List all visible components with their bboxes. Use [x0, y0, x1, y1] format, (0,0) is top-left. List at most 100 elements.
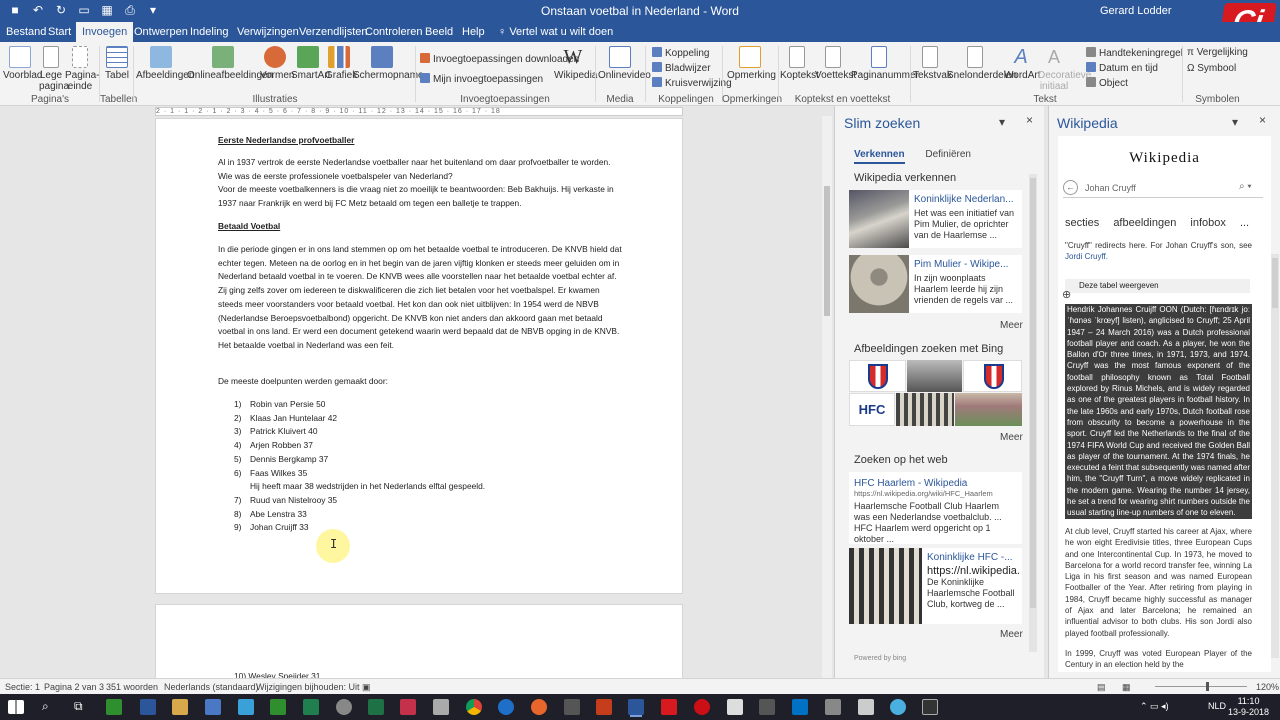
tab-bestand[interactable]: Bestand — [6, 26, 46, 38]
page[interactable]: Eerste Nederlandse profvoetballer Al in … — [155, 118, 683, 594]
image-results[interactable]: HFC — [849, 360, 1022, 426]
back-icon[interactable]: ← — [1063, 180, 1078, 195]
app-icon[interactable] — [564, 699, 580, 715]
read-mode-icon[interactable]: ▤ — [1097, 682, 1106, 693]
voettekst-button[interactable]: Voettekst — [815, 46, 856, 81]
jordi-cruyff-link[interactable]: Jordi Cruyff. — [1065, 252, 1108, 261]
zoom-slider[interactable] — [1155, 686, 1247, 687]
vormen-button[interactable]: Vormen — [260, 46, 294, 81]
pane-scrollbar[interactable] — [1029, 174, 1037, 652]
windows-start-icon[interactable] — [8, 700, 24, 714]
firefox-icon[interactable] — [531, 699, 547, 715]
wordart-button[interactable]: A WordArt — [1004, 46, 1041, 81]
handtekeningregel-button[interactable]: Handtekeningregel — [1086, 47, 1183, 59]
tab-help[interactable]: Help — [462, 26, 485, 38]
app-icon[interactable] — [890, 699, 906, 715]
status-track-changes[interactable]: Wijzigingen bijhouden: Uit — [256, 682, 360, 692]
lege-pagina-button[interactable]: Lege pagina — [39, 46, 69, 92]
tekstvak-button[interactable]: Tekstvak — [913, 46, 952, 81]
zoom-slider-knob[interactable] — [1206, 682, 1209, 691]
macro-icon[interactable]: ▣ — [362, 682, 371, 693]
afbeeldingen-button[interactable]: Afbeeldingen — [136, 46, 194, 81]
input-language[interactable]: NLD — [1208, 701, 1226, 711]
tab-secties[interactable]: secties — [1065, 217, 1099, 229]
outlook-icon[interactable] — [792, 699, 808, 715]
mijn-invoegtoep-button[interactable]: Mijn invoegtoepassingen — [420, 73, 543, 85]
tab-definieren[interactable]: Definiëren — [925, 149, 971, 160]
tab-start[interactable]: Start — [48, 26, 71, 38]
onlinevideo-button[interactable]: Onlinevideo — [598, 46, 651, 81]
result-title[interactable]: Koninklijke Nederlan... — [914, 194, 1019, 205]
tabel-button[interactable]: Tabel — [104, 46, 130, 81]
powerpoint-icon[interactable] — [596, 699, 612, 715]
opera-icon[interactable] — [694, 699, 710, 715]
word-icon[interactable] — [628, 699, 644, 715]
excel-icon[interactable] — [368, 699, 384, 715]
document-scrollbar[interactable] — [822, 116, 832, 678]
more-link[interactable]: Meer — [1000, 320, 1023, 331]
result-title[interactable]: Koninklijke HFC -... — [927, 552, 1017, 563]
hfc-logo-image[interactable]: HFC — [849, 393, 895, 426]
onlineafbeeldingen-button[interactable]: Onlineafbeeldingen — [187, 46, 273, 81]
tab-ontwerpen[interactable]: Ontwerpen — [134, 26, 188, 38]
print-layout-icon[interactable]: ▦ — [1122, 682, 1131, 693]
pane-options-icon[interactable]: ▾ — [999, 115, 1005, 129]
zoom-level[interactable]: 120% — [1256, 682, 1279, 692]
vergelijking-button[interactable]: π Vergelijking — [1187, 47, 1248, 58]
app-icon[interactable] — [205, 699, 221, 715]
search-icon[interactable]: ⌕ — [42, 699, 49, 714]
page[interactable]: 10) Wesley Sneijder 31 — [155, 604, 683, 678]
decoratieve-initiaal-button[interactable]: A Decoratieve initiaal — [1038, 46, 1091, 92]
paginanummer-button[interactable]: Paginanummer — [851, 46, 919, 81]
app-icon[interactable] — [106, 699, 122, 715]
smartart-button[interactable]: SmartArt — [291, 46, 330, 81]
club-crest-image[interactable] — [963, 360, 1022, 392]
search-icon[interactable]: ⌕ ▾ — [1239, 181, 1252, 192]
tab-infobox[interactable]: infobox — [1190, 217, 1225, 229]
app-icon[interactable] — [759, 699, 775, 715]
tab-controleren[interactable]: Controleren — [365, 26, 422, 38]
opmerking-button[interactable]: Opmerking — [727, 46, 776, 81]
bladwijzer-button[interactable]: Bladwijzer — [652, 62, 711, 74]
app-icon[interactable] — [661, 699, 677, 715]
tab-verzendlijsten[interactable]: Verzendlijsten — [299, 26, 368, 38]
koppeling-button[interactable]: Koppeling — [652, 47, 709, 59]
tab-invoegen[interactable]: Invoegen — [76, 22, 134, 42]
chrome-icon[interactable] — [466, 699, 482, 715]
app-icon[interactable] — [825, 699, 841, 715]
task-view-icon[interactable]: ⧉ — [74, 699, 83, 714]
team-photo-image[interactable] — [955, 393, 1022, 426]
kruisverwijzing-button[interactable]: Kruisverwijzing — [652, 77, 732, 89]
pane-scrollbar[interactable] — [1271, 254, 1279, 658]
close-icon[interactable]: × — [1259, 113, 1266, 127]
selected-article-text[interactable]: Hendrik Johannes Cruijff OON (Dutch: [ɦɛ… — [1065, 304, 1252, 519]
wikipedia-button[interactable]: W Wikipedia — [554, 46, 597, 81]
tell-me-search[interactable]: ♀ Vertel wat u wilt doen — [498, 26, 613, 38]
koptekst-button[interactable]: Koptekst — [780, 46, 819, 81]
plus-icon[interactable]: ⊕ — [1062, 288, 1071, 301]
more-link[interactable]: Meer — [1000, 432, 1023, 443]
pane-options-icon[interactable]: ▾ — [1232, 115, 1238, 129]
app-icon[interactable] — [433, 699, 449, 715]
status-words[interactable]: 351 woorden — [106, 682, 158, 692]
voorblad-button[interactable]: Voorblad — [3, 46, 42, 81]
object-button[interactable]: Object — [1086, 77, 1128, 89]
tab-verwijzingen[interactable]: Verwijzingen — [237, 26, 299, 38]
result-title[interactable]: HFC Haarlem - Wikipedia — [854, 478, 1017, 489]
wiki-result-card[interactable]: Koninklijke Nederlan... Het was een init… — [849, 190, 1022, 248]
snelonderdelen-button[interactable]: Snelonderdelen — [947, 46, 1017, 81]
app-icon[interactable] — [858, 699, 874, 715]
scrollbar-thumb[interactable] — [1272, 258, 1278, 308]
wiki-result-card[interactable]: Pim Mulier - Wikipe... In zijn woonplaat… — [849, 255, 1022, 313]
datum-tijd-button[interactable]: Datum en tijd — [1086, 62, 1158, 74]
tab-verkennen[interactable]: Verkennen — [854, 149, 905, 164]
web-result-card[interactable]: HFC Haarlem - Wikipedia https://nl.wikip… — [849, 472, 1022, 544]
scrollbar-thumb[interactable] — [824, 186, 830, 316]
symbool-button[interactable]: Ω Symbool — [1187, 63, 1236, 74]
file-explorer-icon[interactable] — [172, 699, 188, 715]
tab-beeld[interactable]: Beeld — [425, 26, 453, 38]
more-link[interactable]: Meer — [1000, 629, 1023, 640]
status-section[interactable]: Sectie: 1 — [5, 682, 40, 692]
app-icon[interactable] — [270, 699, 286, 715]
file-icon[interactable] — [727, 699, 743, 715]
